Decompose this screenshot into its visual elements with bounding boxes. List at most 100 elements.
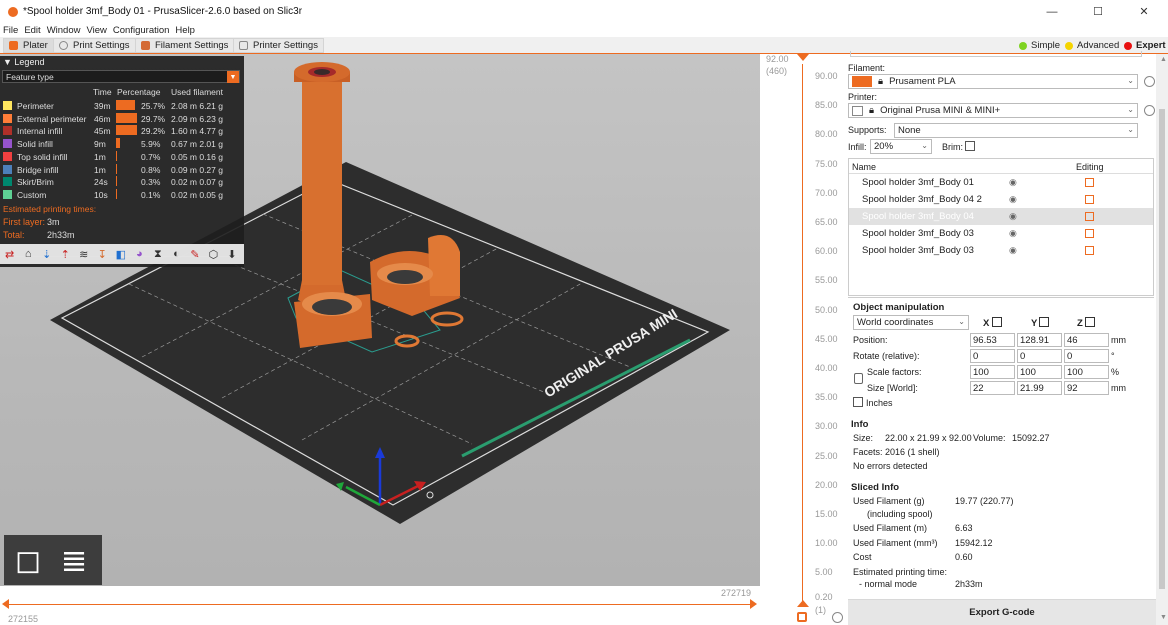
first-layer-value: 3m [47,217,60,227]
rotate-z-input[interactable]: 0 [1064,349,1109,363]
menu-edit[interactable]: Edit [24,25,40,36]
seams-icon[interactable]: ≋ [77,247,90,261]
edit-icon[interactable] [1085,212,1094,221]
menu-window[interactable]: Window [47,25,81,36]
tab-print-settings[interactable]: Print Settings [53,38,136,53]
printer-settings-cog-icon[interactable] [1144,105,1155,116]
menu-configuration[interactable]: Configuration [113,25,170,36]
3d-view-cube-icon[interactable]: ◻ [7,538,49,582]
scale-z-input[interactable]: 100 [1064,365,1109,379]
lock-scale-icon[interactable] [854,373,863,384]
menu-file[interactable]: File [3,25,18,36]
position-x-input[interactable]: 96.53 [970,333,1015,347]
minimize-button[interactable]: — [1029,0,1075,23]
hslider-left-thumb-icon[interactable] [2,599,9,609]
position-z-input[interactable]: 46 [1064,333,1109,347]
layer-slider[interactable]: 92.00 (460) 90.00 85.00 80.00 75.00 70.00 65.… [760,54,848,625]
color-change-icon[interactable]: ◧ [114,247,127,261]
menu-help[interactable]: Help [175,25,195,36]
printer-select[interactable]: 🔒︎ Original Prusa MINI & MINI+ ⌄ [848,103,1138,118]
size-x-input[interactable]: 22 [970,381,1015,395]
tool-change-icon[interactable]: ↧ [96,247,109,261]
filament-settings-cog-icon[interactable] [1144,76,1155,87]
retraction-icon[interactable]: ⇣ [40,247,53,261]
legend-header[interactable]: ▼ Legend [0,56,244,68]
export-gcode-button[interactable]: Export G-code [848,599,1156,625]
drop-to-bed-y-icon[interactable] [1039,317,1049,327]
view-type-select[interactable]: Feature type ▼ [2,70,240,83]
legend-row[interactable]: Custom 10s 0.1% 0.02 m 0.05 g [3,188,239,200]
maximize-button[interactable]: ☐ [1075,0,1121,23]
object-row[interactable]: Spool holder 3mf_Body 03 ◉ [849,242,1153,259]
eye-icon[interactable]: ◉ [1009,211,1017,222]
scale-label: Scale factors: [867,367,922,377]
edit-icon[interactable] [1085,195,1094,204]
eye-icon[interactable]: ◉ [1009,245,1017,256]
scrollbar-thumb[interactable] [1159,109,1165,589]
edit-icon[interactable] [1085,178,1094,187]
size-y-input[interactable]: 21.99 [1017,381,1062,395]
shells-icon[interactable]: ✎ [188,247,201,261]
pause-print-icon[interactable]: ◕ [133,247,146,261]
info-title: Info [851,419,869,430]
position-y-input[interactable]: 128.91 [1017,333,1062,347]
object-row[interactable]: Spool holder 3mf_Body 04 2 ◉ [849,191,1153,208]
object-row[interactable]: Spool holder 3mf_Body 03 ◉ [849,225,1153,242]
tab-printer-settings[interactable]: Printer Settings [233,38,324,53]
legend-title: Legend [14,57,45,67]
coordinates-select[interactable]: World coordinates ⌄ [853,315,969,330]
travel-icon[interactable]: ⇄ [3,247,16,261]
hslider-right-thumb-icon[interactable] [750,599,757,609]
object-row-selected[interactable]: Spool holder 3mf_Body 04 ◉ [849,208,1153,225]
tool-marker-icon[interactable]: ⬡ [207,247,220,261]
normal-mode-value: 2h33m [955,579,983,589]
legend-row[interactable]: External perimeter 46m 29.7% 2.09 m 6.23 g [3,112,239,124]
rotate-y-input[interactable]: 0 [1017,349,1062,363]
menu-view[interactable]: View [86,25,106,36]
edit-icon[interactable] [1085,246,1094,255]
legend-row[interactable]: Skirt/Brim 24s 0.3% 0.02 m 0.07 g [3,175,239,187]
settings-cog-icon[interactable] [832,612,843,623]
scale-y-input[interactable]: 100 [1017,365,1062,379]
filament-select[interactable]: 🔒︎ Prusament PLA ⌄ [848,74,1138,89]
filament-color-swatch[interactable] [852,76,872,87]
supports-select[interactable]: None ⌄ [894,123,1138,138]
brim-checkbox[interactable] [965,141,975,151]
scroll-up-icon[interactable]: ▲ [1160,56,1167,63]
slider-upper-thumb-icon[interactable] [797,54,809,61]
move-slider[interactable]: 272719 272155 [0,586,760,625]
eye-icon[interactable]: ◉ [1009,177,1017,188]
drop-to-bed-z-icon[interactable] [1085,317,1095,327]
legend-row[interactable]: Internal infill 45m 29.2% 1.60 m 4.77 g [3,124,239,136]
legend-row[interactable]: Bridge infill 1m 0.8% 0.09 m 0.27 g [3,163,239,175]
legend-row[interactable]: Perimeter 39m 25.7% 2.08 m 6.21 g [3,99,239,111]
sidebar-scrollbar[interactable]: ▲ ▼ [1156,54,1168,625]
edit-icon[interactable] [1085,229,1094,238]
size-z-input[interactable]: 92 [1064,381,1109,395]
tab-label: Printer Settings [253,40,318,51]
object-row[interactable]: Spool holder 3mf_Body 01 ◉ [849,174,1153,191]
drop-to-bed-x-icon[interactable] [992,317,1002,327]
deretraction-icon[interactable]: ⇡ [59,247,72,261]
custom-gcode-icon[interactable]: ⧗ [151,247,164,261]
close-button[interactable]: ✕ [1121,0,1167,23]
slider-lower-thumb-icon[interactable] [797,600,809,607]
infill-select[interactable]: 20% ⌄ [870,139,932,154]
inches-checkbox[interactable] [853,397,863,407]
center-of-gravity-icon[interactable]: ◐ [170,247,183,261]
print-profile-select[interactable] [850,51,1142,57]
legend-row[interactable]: Top solid infill 1m 0.7% 0.05 m 0.16 g [3,150,239,162]
preview-layers-icon[interactable]: ≣ [53,538,95,582]
rotate-x-input[interactable]: 0 [970,349,1015,363]
legend-row[interactable]: Solid infill 9m 5.9% 0.67 m 2.01 g [3,137,239,149]
tab-plater[interactable]: Plater [3,38,54,53]
scroll-down-icon[interactable]: ▼ [1160,614,1167,621]
scale-x-input[interactable]: 100 [970,365,1015,379]
eye-icon[interactable]: ◉ [1009,228,1017,239]
tab-filament-settings[interactable]: Filament Settings [135,38,235,53]
mode-label: Expert [1136,40,1166,51]
eye-icon[interactable]: ◉ [1009,194,1017,205]
legend-more-icon[interactable]: ⬇ [225,247,238,261]
lock-icon[interactable] [797,612,807,622]
wipe-icon[interactable]: ⌂ [22,247,35,261]
